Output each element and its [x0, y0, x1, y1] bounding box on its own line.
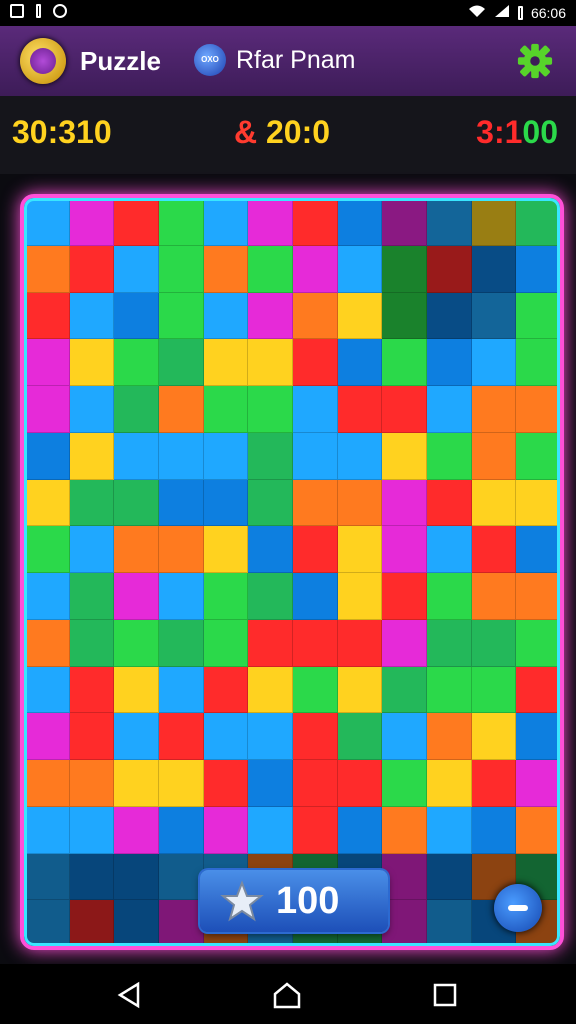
board-inner-frame [24, 198, 560, 946]
status-time: 66:06 [530, 4, 566, 21]
app-title: Puzzle [80, 46, 161, 76]
cell-signal-icon [494, 4, 510, 21]
star-coin-icon [220, 880, 264, 922]
home-icon[interactable] [272, 980, 302, 1010]
score-middle-prefix: & [234, 114, 258, 150]
wifi-icon [468, 4, 486, 21]
player-name: Rfar Pnam [236, 46, 356, 74]
player-badge-icon: OXO [194, 44, 226, 76]
notification-icon [36, 4, 41, 18]
recents-icon[interactable] [430, 980, 460, 1010]
score-right: 3:100 [476, 114, 558, 151]
score-right-prefix: 3:1 [476, 114, 523, 150]
score-middle: & 20:0 [234, 114, 330, 151]
score-left: 30:310 [12, 114, 112, 150]
status-bar: 66:06 [0, 0, 576, 26]
back-icon[interactable] [114, 980, 144, 1010]
score-right-value: 00 [522, 114, 558, 150]
battery-icon [517, 5, 523, 20]
settings-gear-icon[interactable] [516, 42, 554, 80]
signal-icon [10, 4, 24, 18]
score-bar: 30:310 & 20:0 3:100 [0, 96, 576, 174]
puzzle-board[interactable] [20, 194, 564, 950]
top-bar: Puzzle OXO Rfar Pnam [0, 26, 576, 96]
coin-button[interactable]: 100 [200, 870, 388, 932]
minus-button[interactable] [494, 884, 542, 932]
app-icon [53, 4, 67, 18]
score-middle-value: 20:0 [266, 114, 331, 150]
coin-value: 100 [276, 880, 340, 922]
app-logo-icon[interactable] [20, 38, 66, 84]
navigation-bar [0, 964, 576, 1024]
